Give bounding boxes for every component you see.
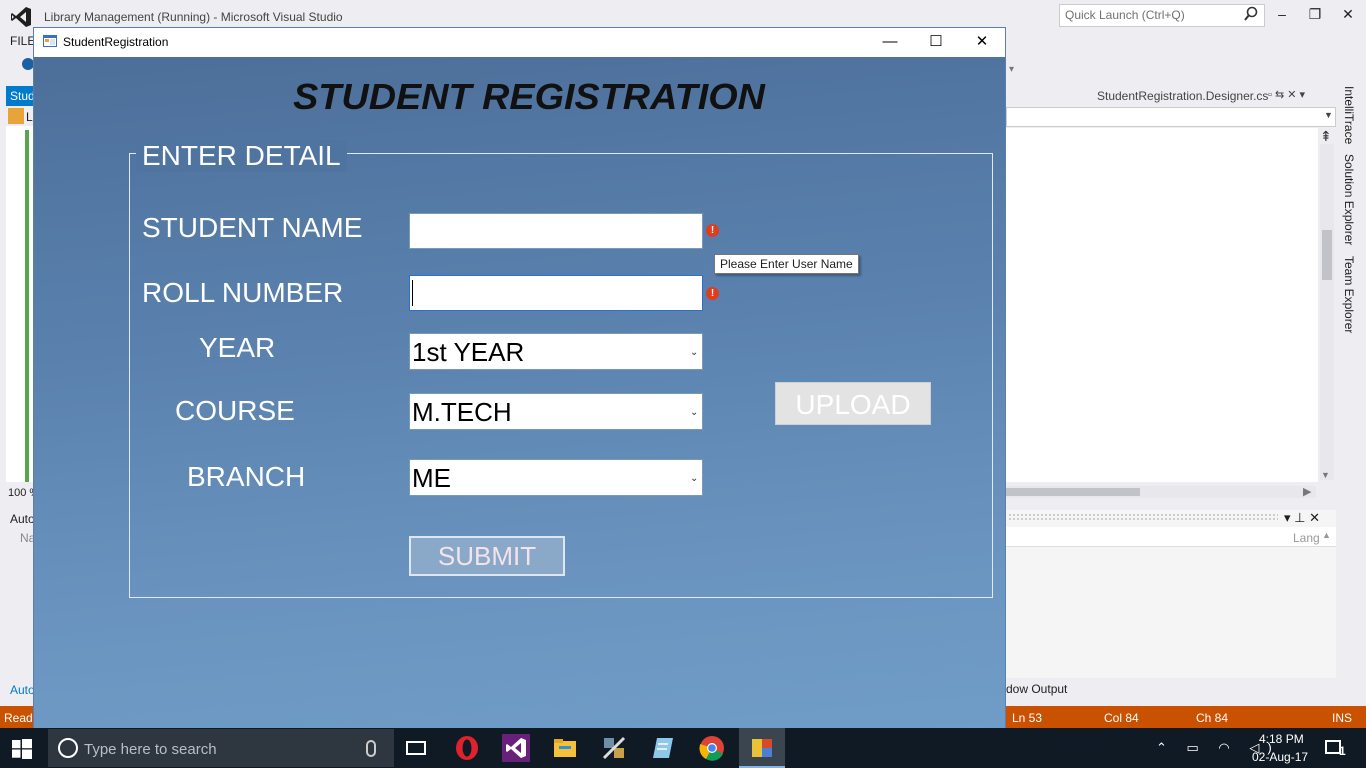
upload-button[interactable]: UPLOAD [775,382,931,425]
code-editor[interactable] [1006,128,1318,482]
form-titlebar[interactable] [34,28,1005,57]
error-icon: ! [706,224,719,237]
notepad-icon[interactable] [649,734,677,762]
clock-date[interactable]: 02-Aug-17 [1252,750,1308,764]
left-code-area [6,126,34,482]
close-icon[interactable]: ✕ [967,31,997,53]
change-tracking-bar [25,130,29,482]
submit-button[interactable]: SUBMIT [409,536,565,576]
chevron-down-icon[interactable]: ▼ [1324,110,1333,120]
student-name-field[interactable] [409,213,703,249]
vertical-scrollbar[interactable] [1320,144,1334,480]
error-icon: ! [706,287,719,300]
vs-window-title: Library Management (Running) - Microsoft… [44,10,343,24]
vs-minimize-button[interactable]: – [1270,6,1294,24]
editor-navigation-bar[interactable] [1006,107,1336,127]
roll-number-field[interactable] [409,275,703,311]
app-icon[interactable] [748,734,776,762]
scroll-right-icon[interactable]: ▶ [1303,485,1311,498]
team-explorer-tab[interactable]: Team Explorer [1342,256,1356,333]
solution-explorer-tab[interactable]: Solution Explorer [1342,154,1356,245]
tools-icon[interactable] [600,734,628,762]
toolbar-overflow-icon[interactable]: ▾ [1009,64,1014,75]
course-select-value: M.TECH [412,397,512,427]
branch-label: BRANCH [187,461,306,492]
course-label: COURSE [175,395,295,426]
scroll-down-icon[interactable]: ▼ [1321,470,1330,480]
dropdown-arrow-icon[interactable]: ⌄ [690,473,698,484]
year-select-value: 1st YEAR [412,337,525,367]
visual-studio-icon[interactable] [502,734,530,762]
status-col: Col 84 [1104,711,1139,725]
autos-tab[interactable]: Auto [10,683,35,697]
text-caret [412,280,413,306]
status-line: Ln 53 [1012,711,1043,725]
year-label: YEAR [199,332,276,363]
vs-logo-icon [11,7,31,27]
microphone-icon[interactable] [366,740,376,757]
form-window-title: StudentRegistration [63,35,169,49]
panel-grip[interactable] [1008,513,1278,521]
panel-pin-close-icons[interactable]: ▾ ⊥ ✕ [1284,510,1320,526]
validation-tooltip: Please Enter User Name [714,254,859,274]
vs-restore-button[interactable]: ❐ [1303,6,1327,24]
form-app-icon [43,35,57,47]
dropdown-arrow-icon[interactable]: ⌄ [690,407,698,418]
panel-column-header [1006,527,1336,547]
scroll-up-icon[interactable]: ▲ [1322,530,1331,540]
intellitrace-tab[interactable]: IntelliTrace [1342,86,1356,144]
opera-icon[interactable] [453,734,481,762]
branch-select[interactable] [409,459,703,496]
windows-start-icon[interactable] [12,739,32,759]
status-ins: INS [1332,711,1353,725]
notification-count: 1 [1339,744,1346,758]
roll-number-label: ROLL NUMBER [142,277,344,308]
file-explorer-icon[interactable] [551,734,579,762]
quick-launch-placeholder: Quick Launch (Ctrl+Q) [1065,8,1185,22]
cortana-icon[interactable] [58,738,78,758]
split-icon[interactable]: ⇞ [1320,128,1332,145]
autos-panel-title: Auto [10,512,35,526]
horizontal-scroll-thumb[interactable] [1006,488,1140,496]
page-title: STUDENT REGISTRATION [293,76,765,117]
status-char: Ch 84 [1196,711,1229,725]
lang-column: Lang [1293,531,1320,545]
menu-file[interactable]: FILE [10,34,35,48]
task-view-icon[interactable] [406,741,426,755]
output-tabs[interactable]: dow Output [1006,682,1067,696]
taskbar-search-placeholder: Type here to search [84,741,217,758]
vertical-scroll-thumb[interactable] [1322,230,1332,280]
chrome-icon[interactable] [698,734,726,762]
clock-time[interactable]: 4:18 PM [1259,732,1304,746]
minimize-icon[interactable]: — [875,31,905,53]
groupbox-title: ENTER DETAIL [136,140,347,172]
student-name-label: STUDENT NAME [142,212,363,243]
branch-select-value: ME [412,463,451,493]
vs-close-button[interactable]: ✕ [1336,6,1360,24]
tab-designer-cs[interactable]: StudentRegistration.Designer.cs [1097,89,1268,103]
dropdown-arrow-icon[interactable]: ⌄ [690,347,698,358]
tab-pin-close-icons[interactable]: ▫ ⇆ ✕ ▾ [1268,88,1305,101]
search-icon[interactable] [1243,6,1259,22]
maximize-icon[interactable]: ☐ [921,31,951,53]
